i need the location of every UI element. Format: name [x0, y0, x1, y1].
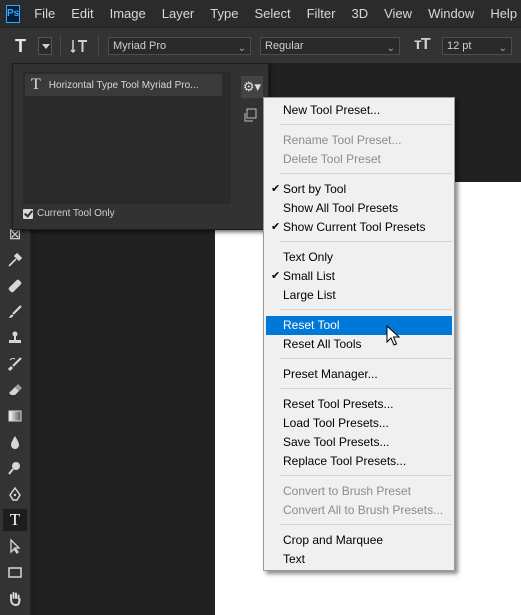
current-tool-only-option[interactable]: Current Tool Only — [23, 208, 115, 219]
menu-separator — [280, 524, 452, 525]
font-family-select[interactable]: Myriad Pro ⌄ — [108, 37, 251, 55]
chevron-down-icon: ⌄ — [498, 43, 507, 54]
menu-layer[interactable]: Layer — [154, 0, 203, 27]
options-bar: T Myriad Pro ⌄ Regular ⌄ тT 12 pt ⌄ — [0, 27, 521, 64]
font-style-select[interactable]: Regular ⌄ — [260, 37, 400, 55]
font-style-value: Regular — [265, 40, 304, 52]
menu-edit[interactable]: Edit — [63, 0, 101, 27]
font-size-icon: тT — [414, 36, 431, 53]
checkmark-icon: ✔ — [271, 183, 281, 195]
menu-item-replace-tool-presets[interactable]: Replace Tool Presets... — [266, 452, 452, 471]
tool-preset-picker-button[interactable] — [38, 37, 52, 55]
type-tool-icon[interactable]: T — [3, 509, 27, 531]
healing-brush-tool-icon[interactable] — [3, 275, 27, 297]
menu-image[interactable]: Image — [102, 0, 154, 27]
menu-separator — [280, 358, 452, 359]
menu-item-crop-and-marquee[interactable]: Crop and Marquee — [266, 531, 452, 550]
gear-icon[interactable]: ⚙▾ — [241, 76, 263, 98]
eraser-tool-icon[interactable] — [3, 379, 27, 401]
font-size-select[interactable]: 12 pt ⌄ — [442, 37, 512, 55]
menu-item-reset-tool-presets[interactable]: Reset Tool Presets... — [266, 395, 452, 414]
eyedropper-tool-icon[interactable] — [3, 249, 27, 271]
menu-item-save-tool-presets[interactable]: Save Tool Presets... — [266, 433, 452, 452]
menu-item-new-tool-preset[interactable]: New Tool Preset... — [266, 101, 452, 120]
tool-preset-picker-panel: T Horizontal Type Tool Myriad Pro... ⚙▾ … — [12, 63, 269, 230]
menu-item-delete-tool-preset: Delete Tool Preset — [283, 152, 381, 166]
menu-item-show-all-tool-presets[interactable]: Show All Tool Presets — [266, 199, 452, 218]
type-tool-icon: T — [31, 76, 41, 93]
menu-item-small-list[interactable]: ✔ Small List — [266, 267, 452, 286]
chevron-down-icon: ⌄ — [237, 43, 246, 54]
menu-file[interactable]: File — [30, 0, 63, 27]
menu-separator — [280, 173, 452, 174]
menu-item-sort-by-tool[interactable]: ✔ Sort by Tool — [266, 180, 452, 199]
current-tool-only-label: Current Tool Only — [37, 208, 115, 219]
rectangle-tool-icon[interactable] — [3, 561, 27, 583]
menu-item-text[interactable]: Text — [266, 550, 452, 569]
menu-filter[interactable]: Filter — [299, 0, 344, 27]
menu-item-load-tool-presets[interactable]: Load Tool Presets... — [266, 414, 452, 433]
history-brush-tool-icon[interactable] — [3, 353, 27, 375]
gradient-tool-icon[interactable] — [3, 405, 27, 427]
menu-view[interactable]: View — [376, 0, 420, 27]
list-item[interactable]: T Horizontal Type Tool Myriad Pro... — [25, 74, 222, 96]
menu-item-large-list[interactable]: Large List — [266, 286, 452, 305]
path-selection-tool-icon[interactable] — [3, 535, 27, 557]
menu-separator — [280, 475, 452, 476]
photoshop-logo[interactable]: Ps — [6, 4, 21, 23]
checkmark-icon: ✔ — [271, 221, 281, 233]
type-tool-icon[interactable]: T — [15, 36, 26, 57]
tool-preset-context-menu: New Tool Preset... Rename Tool Preset...… — [263, 97, 455, 571]
clone-stamp-tool-icon[interactable] — [3, 327, 27, 349]
divider — [60, 36, 61, 56]
divider — [98, 36, 99, 56]
preset-label: Horizontal Type Tool Myriad Pro... — [48, 79, 199, 91]
menu-separator — [280, 388, 452, 389]
menu-help[interactable]: Help — [482, 0, 521, 27]
menu-item-reset-all-tools[interactable]: Reset All Tools — [266, 335, 452, 354]
dodge-tool-icon[interactable] — [3, 457, 27, 479]
menu-3d[interactable]: 3D — [343, 0, 376, 27]
menu-separator — [280, 124, 452, 125]
hand-tool-icon[interactable] — [3, 587, 27, 609]
current-tool-only-checkbox[interactable] — [23, 208, 33, 219]
chevron-down-icon: ⌄ — [386, 43, 395, 54]
menu-separator — [280, 241, 452, 242]
menu-item-convert-to-brush-preset: Convert to Brush Preset — [283, 484, 412, 498]
new-preset-icon[interactable] — [244, 108, 260, 124]
menu-select[interactable]: Select — [246, 0, 298, 27]
menu-type[interactable]: Type — [202, 0, 246, 27]
checkmark-icon: ✔ — [271, 270, 281, 282]
menu-item-rename-tool-preset: Rename Tool Preset... — [283, 133, 402, 147]
menu-bar: Ps File Edit Image Layer Type Select Fil… — [0, 0, 521, 27]
menu-item-text-only[interactable]: Text Only — [266, 248, 452, 267]
blur-tool-icon[interactable] — [3, 431, 27, 453]
mouse-cursor-icon — [386, 325, 400, 346]
brush-tool-icon[interactable] — [3, 301, 27, 323]
menu-item-convert-all-to-brush-presets: Convert All to Brush Presets... — [283, 503, 444, 517]
text-orientation-icon[interactable] — [70, 36, 90, 56]
pen-tool-icon[interactable] — [3, 483, 27, 505]
menu-item-reset-tool[interactable]: Reset Tool — [266, 316, 452, 335]
menu-separator — [280, 309, 452, 310]
font-family-value: Myriad Pro — [113, 40, 167, 52]
font-size-value: 12 pt — [447, 40, 472, 52]
menu-item-show-current-tool-presets[interactable]: ✔ Show Current Tool Presets — [266, 218, 452, 237]
menu-item-preset-manager[interactable]: Preset Manager... — [266, 365, 452, 384]
tool-preset-list[interactable]: T Horizontal Type Tool Myriad Pro... — [23, 72, 231, 204]
menu-window[interactable]: Window — [420, 0, 482, 27]
